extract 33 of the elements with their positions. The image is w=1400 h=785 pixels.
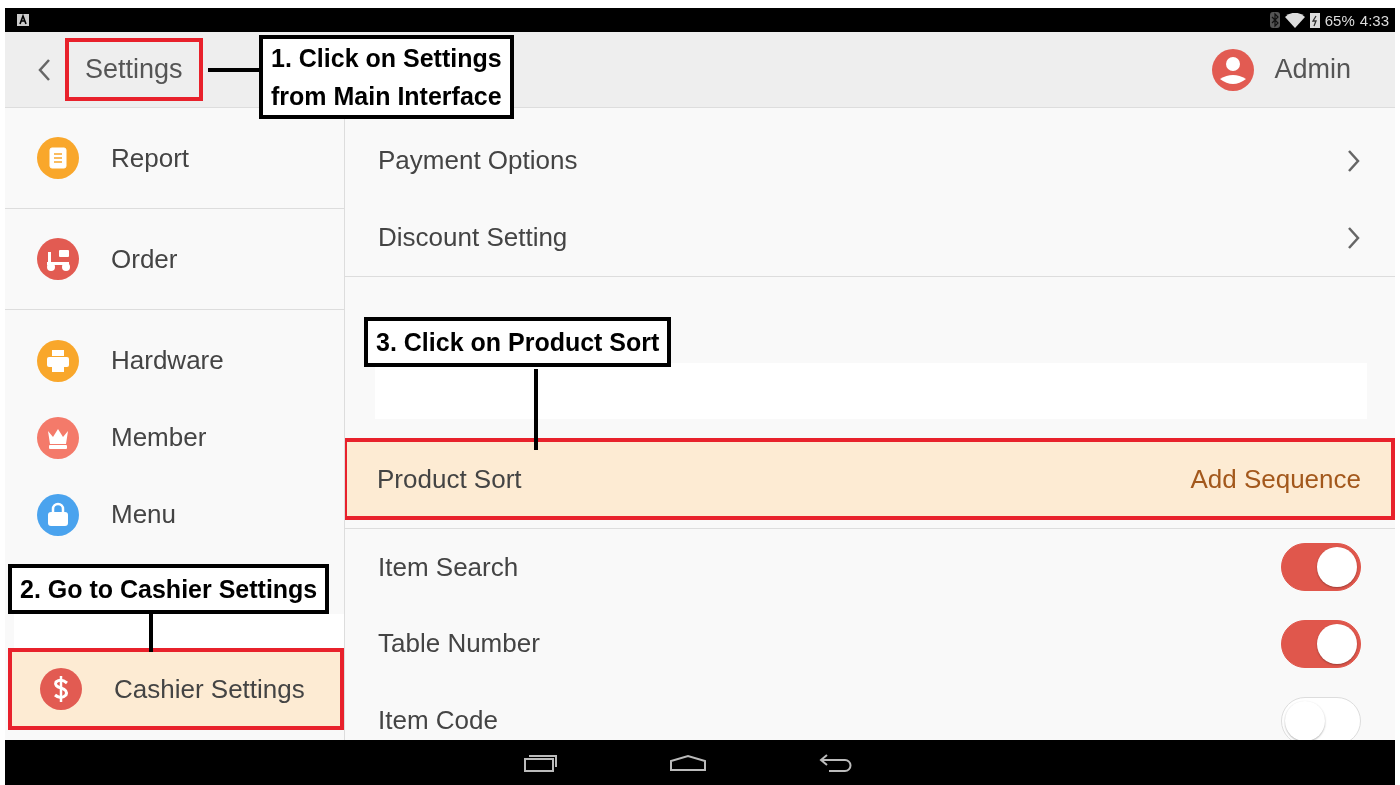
callout-label: 3. Click on Product Sort bbox=[375, 327, 661, 358]
sidebar-item[interactable]: Hardware bbox=[5, 322, 344, 399]
back-arrow-icon[interactable] bbox=[819, 752, 853, 773]
bluetooth-icon bbox=[1269, 12, 1280, 28]
toggle-switch[interactable] bbox=[1281, 619, 1361, 668]
sidebar-item[interactable]: Order bbox=[5, 220, 344, 298]
callout-label: 2. Go to Cashier Settings bbox=[19, 574, 319, 605]
user-avatar-icon[interactable] bbox=[1212, 48, 1255, 91]
home-icon[interactable] bbox=[669, 753, 707, 772]
chevron-right-icon bbox=[1347, 148, 1361, 173]
battery-level: 65% bbox=[1324, 11, 1355, 29]
sidebar-item[interactable]: Report bbox=[5, 119, 344, 197]
sidebar-item[interactable]: Menu bbox=[5, 476, 344, 553]
setting-label: Item Search bbox=[378, 551, 519, 583]
chevron-right-icon bbox=[1347, 225, 1361, 250]
recent-apps-icon[interactable] bbox=[523, 752, 557, 773]
user-name: Admin bbox=[1274, 54, 1351, 85]
setting-label: Table Number bbox=[378, 628, 540, 659]
clock: 4:33 bbox=[1359, 11, 1389, 29]
sidebar-item[interactable]: Cashier Settings bbox=[8, 648, 344, 730]
sidebar-item[interactable]: Member bbox=[5, 399, 344, 476]
wifi-icon bbox=[1284, 12, 1305, 28]
callout-label: 1. Click on Settings from Main Interface bbox=[270, 43, 503, 112]
toggle-switch[interactable] bbox=[1281, 543, 1361, 591]
back-icon[interactable] bbox=[37, 57, 51, 82]
notification-icon bbox=[17, 14, 29, 26]
setting-label: Item Code bbox=[378, 705, 498, 736]
settings-row[interactable]: Payment Options bbox=[345, 122, 1395, 199]
settings-row[interactable]: Discount Setting bbox=[345, 199, 1395, 276]
battery-icon bbox=[1309, 12, 1320, 28]
add-sequence-link[interactable]: Add Sequence bbox=[1190, 463, 1361, 495]
page-title[interactable]: Settings bbox=[65, 38, 203, 101]
settings-row[interactable]: Product Sort Add Sequence bbox=[345, 438, 1395, 520]
